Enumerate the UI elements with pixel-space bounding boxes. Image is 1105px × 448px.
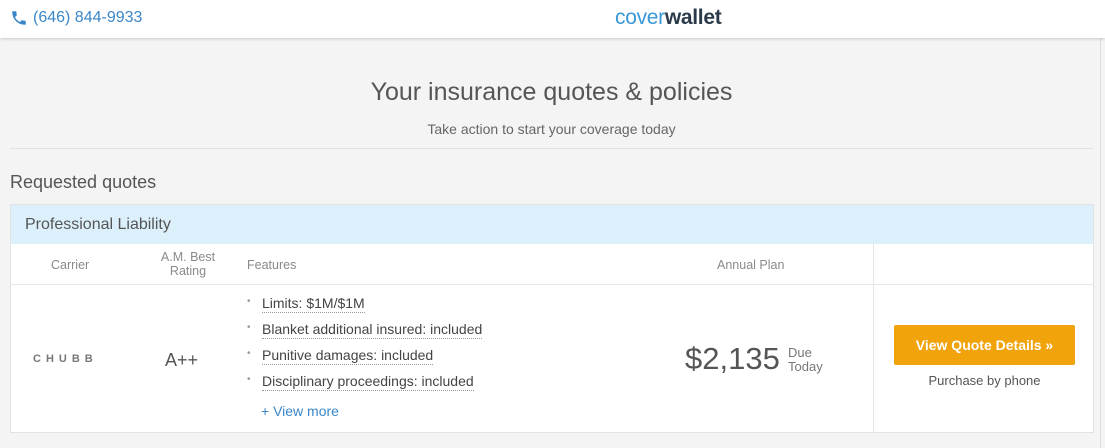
feature-text[interactable]: Limits: $1M/$1M [262,295,365,313]
view-quote-details-button[interactable]: View Quote Details » [894,325,1075,365]
view-more-link[interactable]: + View more [261,403,339,419]
price-value: $2,135 [685,341,780,376]
phone-number: (646) 844-9933 [33,9,143,26]
phone-link[interactable]: (646) 844-9933 [10,9,142,27]
top-bar: (646) 844-9933 coverwallet [0,0,1105,38]
column-header-carrier: Carrier [51,258,90,272]
page-subtitle: Take action to start your coverage today [427,121,676,137]
column-header-rating-line2: Rating [169,264,207,278]
column-header-rating-line1: A.M. Best [160,250,216,264]
column-header-annual-plan: Annual Plan [717,258,785,272]
feature-item: Punitive damages: included [247,347,482,373]
due-label-line2: Today [788,359,823,374]
purchase-by-phone-text: Purchase by phone [928,373,1041,388]
feature-text[interactable]: Disciplinary proceedings: included [262,373,474,391]
phone-icon [12,11,26,25]
feature-item: Blanket additional insured: included [247,321,483,347]
column-headers: Carrier A.M. Best Rating Features Annual… [11,244,1093,285]
column-divider [873,244,874,433]
column-header-features: Features [247,258,297,272]
logo-part-cover: cover [615,6,665,29]
logo-part-wallet: wallet [664,6,722,29]
features-list: Limits: $1M/$1M Blanket additional insur… [247,295,483,399]
logo[interactable]: coverwallet [615,6,722,30]
page-title: Your insurance quotes & policies [370,78,733,106]
feature-text[interactable]: Blanket additional insured: included [262,321,483,339]
due-label-line1: Due [788,345,812,360]
feature-item: Limits: $1M/$1M [247,295,482,321]
due-today-label: Due Today [788,346,823,374]
carrier-logo: CHUBB [33,353,98,365]
column-header-rating: A.M. Best Rating [157,250,219,278]
rating-value: A++ [165,350,199,370]
quote-card-header: Professional Liability [11,205,1093,244]
feature-item: Disciplinary proceedings: included [247,373,482,399]
divider [10,148,1093,149]
section-title: Requested quotes [10,172,157,192]
quote-card: Professional Liability Carrier A.M. Best… [10,204,1094,433]
feature-text[interactable]: Punitive damages: included [262,347,434,365]
